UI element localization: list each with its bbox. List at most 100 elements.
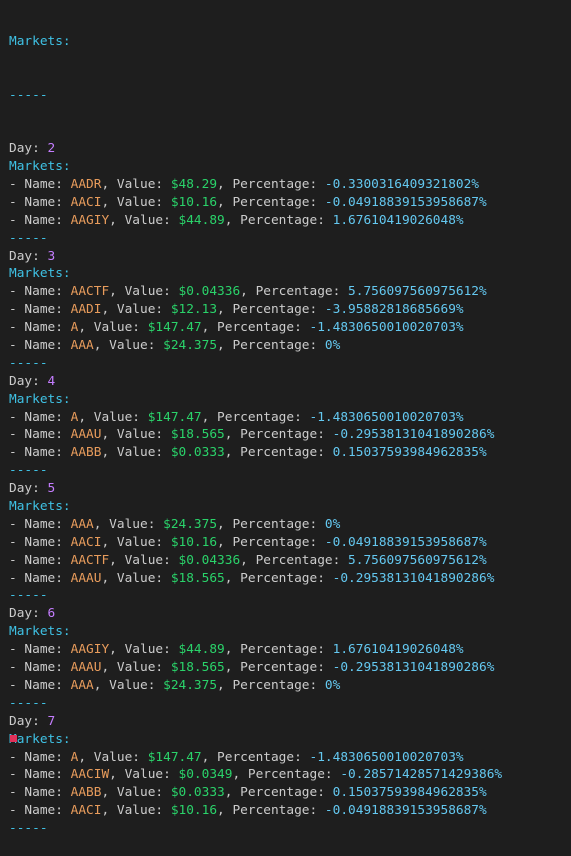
markets-label-line: Markets: bbox=[9, 158, 569, 176]
markets-label-line: Markets: bbox=[9, 498, 569, 516]
market-percentage: -0.3300316409321802% bbox=[324, 177, 480, 192]
separator: ----- bbox=[9, 87, 48, 103]
terminal-output[interactable]: Markets: ----- Day: 2 Markets: - Name: AAD… bbox=[9, 0, 569, 856]
market-row: - Name: AAGIY, Value: $44.89, Percentage… bbox=[9, 212, 569, 230]
percentage-separator: , Percentage: bbox=[217, 338, 325, 354]
days-list: Day: 2 Markets: - Name: AADR, Value: $48.2… bbox=[9, 140, 569, 838]
market-name: A bbox=[70, 749, 79, 765]
percentage-separator: , Percentage: bbox=[240, 552, 349, 568]
value-separator: , Value: bbox=[101, 534, 171, 550]
day-label: Day: bbox=[9, 606, 48, 622]
market-value: $12.13 bbox=[170, 302, 218, 318]
market-percentage: -1.4830650010020703% bbox=[309, 409, 464, 425]
percentage-separator: , Percentage: bbox=[232, 767, 341, 783]
market-percentage: -0.29538131041890286% bbox=[332, 570, 495, 586]
name-prefix: - Name: bbox=[9, 445, 71, 461]
markets-label: Markets: bbox=[9, 499, 71, 515]
market-percentage: -0.28571428571429386% bbox=[340, 767, 503, 783]
percentage-separator: , Percentage: bbox=[224, 785, 333, 801]
value-separator: , Value: bbox=[78, 749, 148, 765]
separator: ----- bbox=[9, 821, 48, 837]
market-value: $0.04336 bbox=[178, 552, 241, 568]
value-separator: , Value: bbox=[101, 803, 171, 819]
value-separator: , Value: bbox=[109, 284, 179, 300]
market-name: AACI bbox=[70, 194, 102, 210]
market-row: - Name: AADR, Value: $48.29, Percentage:… bbox=[9, 176, 569, 194]
market-name: AADI bbox=[70, 302, 102, 318]
market-row: - Name: AACI, Value: $10.16, Percentage:… bbox=[9, 802, 569, 820]
separator: ----- bbox=[9, 355, 48, 371]
market-row: - Name: AADI, Value: $12.13, Percentage:… bbox=[9, 301, 569, 319]
market-row: - Name: AACIW, Value: $0.0349, Percentag… bbox=[9, 766, 569, 784]
separator-line: ----- bbox=[9, 587, 569, 605]
markets-label: Markets: bbox=[9, 731, 71, 747]
day-line: Day: 4 bbox=[9, 373, 569, 391]
market-percentage: -0.04918839153958687% bbox=[324, 194, 487, 210]
percentage-separator: , Percentage: bbox=[217, 302, 325, 318]
name-prefix: - Name: bbox=[9, 552, 71, 568]
value-separator: , Value: bbox=[93, 338, 164, 354]
market-value: $18.565 bbox=[170, 427, 225, 443]
market-percentage: 5.756097560975612% bbox=[348, 284, 487, 300]
value-separator: , Value: bbox=[101, 570, 171, 586]
markets-header-line: Markets: bbox=[9, 33, 569, 51]
market-row: - Name: A, Value: $147.47, Percentage: -… bbox=[9, 319, 569, 337]
market-row: - Name: AAA, Value: $24.375, Percentage:… bbox=[9, 677, 569, 695]
markets-label: Markets: bbox=[9, 624, 71, 640]
terminal-cursor bbox=[10, 735, 17, 742]
value-separator: , Value: bbox=[101, 302, 171, 318]
value-separator: , Value: bbox=[101, 177, 171, 192]
market-percentage: 0.15037593984962835% bbox=[332, 445, 487, 461]
day-number: 2 bbox=[47, 141, 56, 157]
market-value: $18.565 bbox=[170, 660, 225, 676]
day-number: 5 bbox=[47, 481, 56, 497]
market-value: $10.16 bbox=[170, 534, 218, 550]
day-line: Day: 7 bbox=[9, 713, 569, 731]
name-prefix: - Name: bbox=[9, 516, 71, 532]
market-value: $0.0349 bbox=[178, 767, 233, 783]
name-prefix: - Name: bbox=[9, 194, 71, 210]
market-name: AACTF bbox=[70, 284, 110, 300]
percentage-separator: , Percentage: bbox=[224, 642, 333, 658]
markets-label: Markets: bbox=[9, 159, 71, 175]
name-prefix: - Name: bbox=[9, 677, 71, 693]
market-row: - Name: A, Value: $147.47, Percentage: -… bbox=[9, 409, 569, 427]
markets-label: Markets: bbox=[9, 266, 71, 282]
market-row: - Name: AAGIY, Value: $44.89, Percentage… bbox=[9, 641, 569, 659]
market-percentage: 0% bbox=[324, 516, 341, 532]
market-percentage: -1.4830650010020703% bbox=[309, 749, 464, 765]
name-prefix: - Name: bbox=[9, 212, 71, 228]
market-name: AABB bbox=[70, 785, 102, 801]
separator-line: ----- bbox=[9, 230, 569, 248]
value-separator: , Value: bbox=[109, 767, 179, 783]
day-label: Day: bbox=[9, 373, 48, 389]
day-number: 7 bbox=[47, 713, 56, 729]
day-line: Day: 6 bbox=[9, 605, 569, 623]
separator-line: ----- bbox=[9, 87, 569, 105]
market-percentage: -0.29538131041890286% bbox=[332, 427, 495, 443]
separator: ----- bbox=[9, 230, 48, 246]
value-separator: , Value: bbox=[93, 516, 164, 532]
day-label: Day: bbox=[9, 713, 48, 729]
percentage-separator: , Percentage: bbox=[217, 534, 325, 550]
market-row: - Name: AAAU, Value: $18.565, Percentage… bbox=[9, 659, 569, 677]
percentage-separator: , Percentage: bbox=[224, 212, 333, 228]
market-name: AAAU bbox=[70, 660, 102, 676]
markets-label-line: Markets: bbox=[9, 265, 569, 283]
name-prefix: - Name: bbox=[9, 570, 71, 586]
markets-header: Markets: bbox=[9, 33, 71, 49]
market-name: AAA bbox=[70, 338, 94, 354]
market-percentage: 0.15037593984962835% bbox=[332, 785, 487, 801]
value-separator: , Value: bbox=[101, 445, 171, 461]
percentage-separator: , Percentage: bbox=[224, 445, 333, 461]
market-name: AAAU bbox=[70, 427, 102, 443]
market-name: AACIW bbox=[70, 767, 110, 783]
markets-label-line: Markets: bbox=[9, 623, 569, 641]
value-separator: , Value: bbox=[78, 409, 148, 425]
day-label: Day: bbox=[9, 141, 48, 157]
market-row: - Name: AAAU, Value: $18.565, Percentage… bbox=[9, 570, 569, 588]
value-separator: , Value: bbox=[101, 785, 171, 801]
name-prefix: - Name: bbox=[9, 660, 71, 676]
separator-line: ----- bbox=[9, 462, 569, 480]
market-value: $18.565 bbox=[170, 570, 225, 586]
